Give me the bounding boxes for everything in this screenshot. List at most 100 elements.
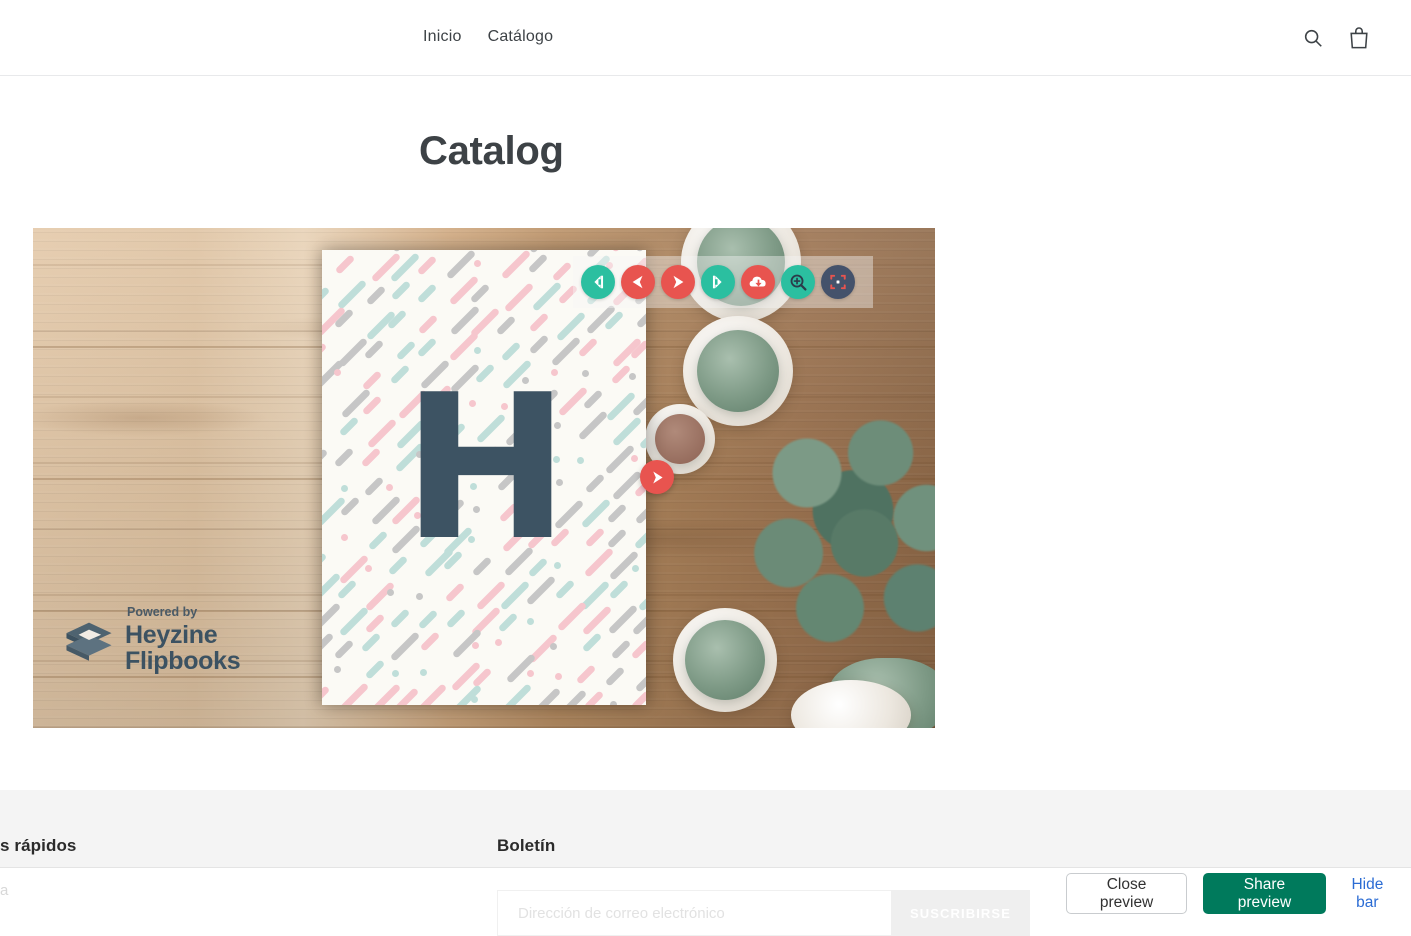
fullscreen-button[interactable] — [821, 265, 855, 299]
cover-dash — [446, 250, 476, 280]
cover-dash — [365, 613, 386, 634]
cover-dash — [322, 602, 341, 632]
previous-page-button[interactable] — [621, 265, 655, 299]
cover-dash — [556, 689, 586, 705]
cover-dash — [417, 609, 438, 630]
book-cover-page[interactable]: H — [322, 250, 646, 705]
cover-dash — [531, 282, 561, 312]
cover-dash — [322, 685, 331, 705]
next-page-button[interactable] — [661, 265, 695, 299]
cover-dash — [496, 315, 517, 336]
site-header: Inicio Catálogo — [0, 0, 1411, 76]
cover-dash — [576, 664, 597, 685]
cover-dash — [417, 255, 438, 276]
close-preview-button[interactable]: Close preview — [1066, 873, 1187, 914]
succulent-bush — [738, 398, 935, 648]
cover-dash — [333, 368, 343, 378]
cover-dash — [630, 690, 646, 705]
main-navigation: Inicio Catálogo — [423, 26, 553, 48]
cover-dash — [634, 662, 646, 692]
zoom-in-button[interactable] — [781, 265, 815, 299]
cover-dash — [638, 581, 646, 611]
page-flip-next-button[interactable] — [640, 460, 674, 494]
cover-dash — [390, 631, 420, 661]
succulent-plant — [655, 414, 705, 464]
cover-dash — [556, 311, 586, 341]
last-page-button[interactable] — [701, 265, 735, 299]
cover-dash — [526, 616, 536, 626]
heyzine-name-line1: Heyzine — [125, 622, 240, 648]
email-input[interactable] — [497, 890, 891, 936]
cover-dash — [531, 687, 561, 705]
footer-quick-link-item[interactable]: a — [0, 882, 8, 899]
download-button[interactable] — [741, 265, 775, 299]
cover-dash — [322, 342, 327, 363]
cover-dash — [636, 308, 646, 329]
cover-dash — [322, 632, 335, 653]
cover-dash — [630, 639, 646, 660]
page-title: Catalog — [419, 129, 564, 174]
footer-newsletter-heading: Boletín — [497, 836, 555, 856]
cover-dash — [501, 250, 531, 280]
cover-dash — [608, 699, 618, 705]
cover-dash — [419, 631, 440, 652]
cover-dash — [417, 684, 447, 705]
cover-dash — [526, 669, 536, 679]
header-actions — [1299, 24, 1373, 52]
succulent-plant — [685, 620, 765, 700]
double-arrow-right-icon — [709, 273, 727, 291]
cover-dash — [582, 605, 612, 635]
newsletter-form: SUSCRIBIRSE — [497, 890, 1030, 936]
heyzine-powered-by: Powered by — [127, 606, 240, 619]
footer-top-band — [0, 790, 1411, 868]
subscribe-button[interactable]: SUSCRIBIRSE — [891, 890, 1030, 936]
cover-dash — [634, 250, 646, 252]
cover-dash — [339, 682, 369, 705]
heyzine-name-line2: Flipbooks — [125, 648, 240, 674]
heyzine-branding[interactable]: Powered by Heyzine Flipbooks — [63, 606, 240, 674]
cover-dash — [414, 591, 424, 601]
cover-dash — [581, 368, 591, 378]
search-icon[interactable] — [1299, 24, 1327, 52]
nav-link-inicio[interactable]: Inicio — [423, 26, 462, 48]
cart-icon[interactable] — [1345, 24, 1373, 52]
triangle-left-icon — [629, 273, 647, 291]
cover-letter: H — [322, 383, 646, 555]
cover-dash — [529, 312, 550, 333]
cover-dash — [417, 283, 438, 304]
cover-dash — [366, 285, 387, 306]
magnifier-plus-icon — [789, 273, 808, 292]
cover-dash — [584, 690, 605, 705]
cover-dash — [391, 280, 412, 301]
cover-dash — [556, 601, 586, 631]
cloud-download-icon — [748, 272, 768, 292]
cover-dash — [528, 253, 549, 274]
cover-dash — [332, 665, 342, 675]
cover-dash — [504, 282, 534, 312]
cover-dash — [337, 280, 367, 310]
cover-dash — [335, 255, 356, 276]
cover-dash — [365, 659, 386, 680]
heyzine-logo-icon — [63, 614, 115, 666]
shopify-preview-bar: Close preview Share preview Hide bar — [1066, 867, 1411, 920]
footer-quick-links-heading: s rápidos — [0, 836, 76, 856]
cover-dash — [582, 632, 603, 653]
hide-bar-button[interactable]: Hide bar — [1342, 876, 1393, 912]
play-arrow-icon — [649, 469, 666, 486]
share-preview-button[interactable]: Share preview — [1203, 873, 1326, 914]
first-page-button[interactable] — [581, 265, 615, 299]
cover-dash — [334, 639, 355, 660]
cover-dash — [322, 573, 341, 603]
cover-dash — [322, 552, 327, 573]
cover-dash — [444, 582, 465, 603]
cover-dash — [338, 606, 368, 636]
nav-link-catalogo[interactable]: Catálogo — [488, 26, 554, 48]
cover-dash — [552, 261, 573, 282]
cover-dash — [472, 259, 482, 269]
heyzine-text: Powered by Heyzine Flipbooks — [125, 606, 240, 674]
cover-dash — [605, 666, 626, 687]
cover-dash — [418, 314, 439, 335]
cover-dash — [529, 250, 559, 254]
flipbook-viewer[interactable]: H — [33, 228, 935, 728]
cover-dash — [446, 609, 467, 630]
